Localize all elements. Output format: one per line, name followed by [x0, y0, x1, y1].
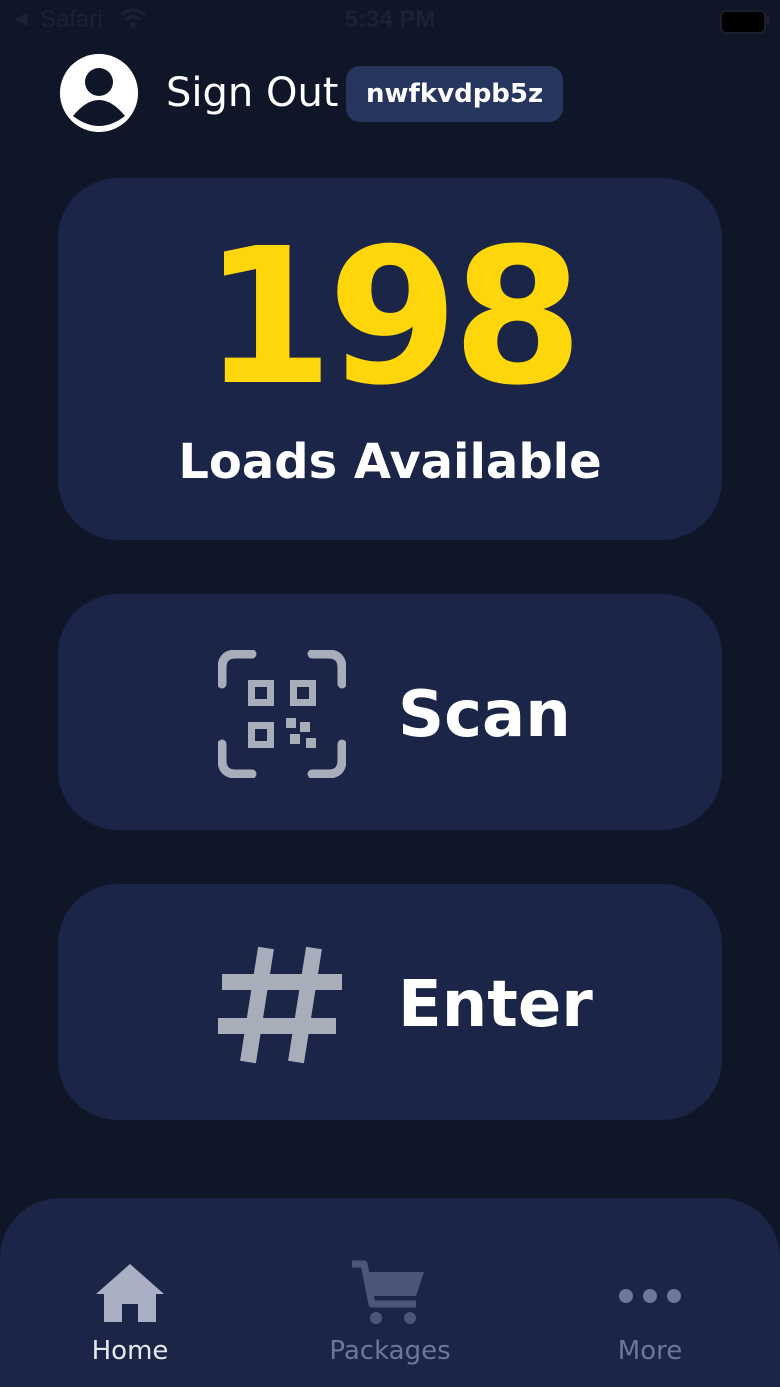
tab-packages-label: Packages: [329, 1336, 451, 1366]
user-avatar-icon[interactable]: [60, 54, 138, 132]
tab-bar: Home Packages More: [0, 1198, 780, 1387]
tab-more-label: More: [617, 1336, 683, 1366]
loads-label: Loads Available: [178, 434, 602, 490]
tab-home[interactable]: Home: [0, 1198, 260, 1387]
tab-home-label: Home: [91, 1336, 169, 1366]
more-icon: [610, 1260, 690, 1330]
app-screen: ◀ Safari 5:34 PM Sign Out nwfkvdpb5z 198…: [0, 0, 780, 1387]
hash-icon: [218, 940, 346, 1068]
scan-button[interactable]: Scan: [58, 594, 722, 830]
user-code-badge: nwfkvdpb5z: [346, 66, 564, 122]
tab-more[interactable]: More: [520, 1198, 780, 1387]
loads-available-card: 198 Loads Available: [58, 178, 722, 540]
status-time: 5:34 PM: [344, 6, 436, 33]
cart-icon: [350, 1260, 430, 1330]
enter-label: Enter: [398, 968, 593, 1042]
battery-tip: [766, 16, 770, 24]
loads-count: 198: [202, 208, 583, 427]
status-bar: ◀ Safari 5:34 PM: [0, 0, 780, 42]
sign-out-button[interactable]: Sign Out: [166, 70, 338, 116]
scan-label: Scan: [398, 678, 571, 752]
qr-code-icon: [217, 649, 347, 779]
battery-icon: [720, 10, 766, 34]
enter-button[interactable]: Enter: [58, 884, 722, 1120]
home-icon: [90, 1260, 170, 1330]
tab-packages[interactable]: Packages: [260, 1198, 520, 1387]
